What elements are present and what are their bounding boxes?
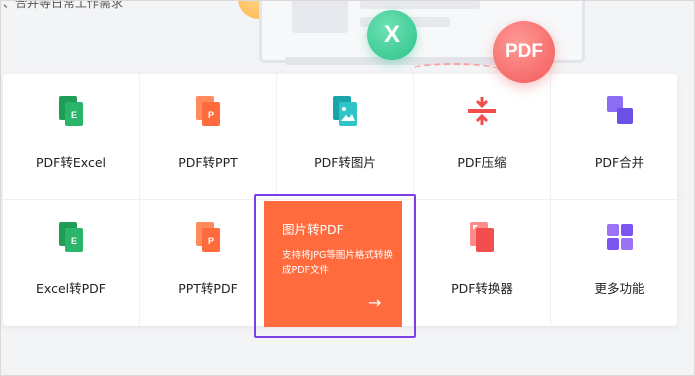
ppt-doc-icon: P: [196, 96, 220, 126]
feature-description: 支持将JPG等图片格式转换成PDF文件: [282, 250, 393, 276]
image-doc-icon: [333, 96, 357, 126]
tool-label: 更多功能: [594, 281, 645, 296]
converter-icon: [470, 222, 494, 252]
excel-doc-icon: E: [59, 96, 83, 126]
tool-pdf-merge[interactable]: PDF合并: [551, 74, 688, 200]
merge-icon: [606, 96, 633, 124]
more-grid-icon: [606, 224, 633, 250]
tool-pdf-to-excel[interactable]: E PDF转Excel: [3, 74, 140, 200]
ppt-letter: P: [208, 236, 214, 246]
tool-pdf-to-ppt[interactable]: P PDF转PPT: [140, 74, 277, 200]
feature-title: 图片转PDF: [282, 222, 344, 237]
tool-pdf-to-image[interactable]: PDF转图片: [277, 74, 414, 200]
tool-label: PDF合并: [594, 155, 645, 170]
tool-label: Excel转PDF: [36, 281, 106, 296]
tool-image-to-pdf-card[interactable]: 图片转PDF 支持将JPG等图片格式转换成PDF文件 →: [264, 201, 402, 327]
ppt-doc-icon: P: [196, 222, 220, 252]
pdf-badge-icon: PDF: [493, 21, 555, 83]
excel-badge-icon: X: [367, 10, 417, 60]
arrow-right-icon[interactable]: →: [368, 293, 381, 312]
tool-label: PDF压缩: [457, 155, 507, 170]
excel-letter: E: [71, 236, 77, 246]
ppt-letter: P: [208, 110, 214, 120]
excel-doc-icon: E: [59, 222, 83, 252]
compress-icon: [468, 97, 496, 125]
tool-label: PDF转图片: [314, 155, 376, 170]
hero-banner: 、合并等日常工作需求 X: [1, 1, 695, 76]
tool-label: PDF转换器: [451, 281, 513, 296]
tool-excel-to-pdf[interactable]: E Excel转PDF: [3, 200, 140, 326]
tool-pdf-compress[interactable]: PDF压缩: [414, 74, 551, 200]
tool-label: PDF转Excel: [36, 155, 106, 170]
tool-label: PDF转PPT: [178, 155, 238, 170]
excel-letter: E: [71, 110, 77, 120]
hero-caption: 、合并等日常工作需求: [3, 1, 124, 10]
tool-pdf-converter[interactable]: PDF转换器: [414, 200, 551, 326]
tool-more[interactable]: 更多功能: [551, 200, 688, 326]
